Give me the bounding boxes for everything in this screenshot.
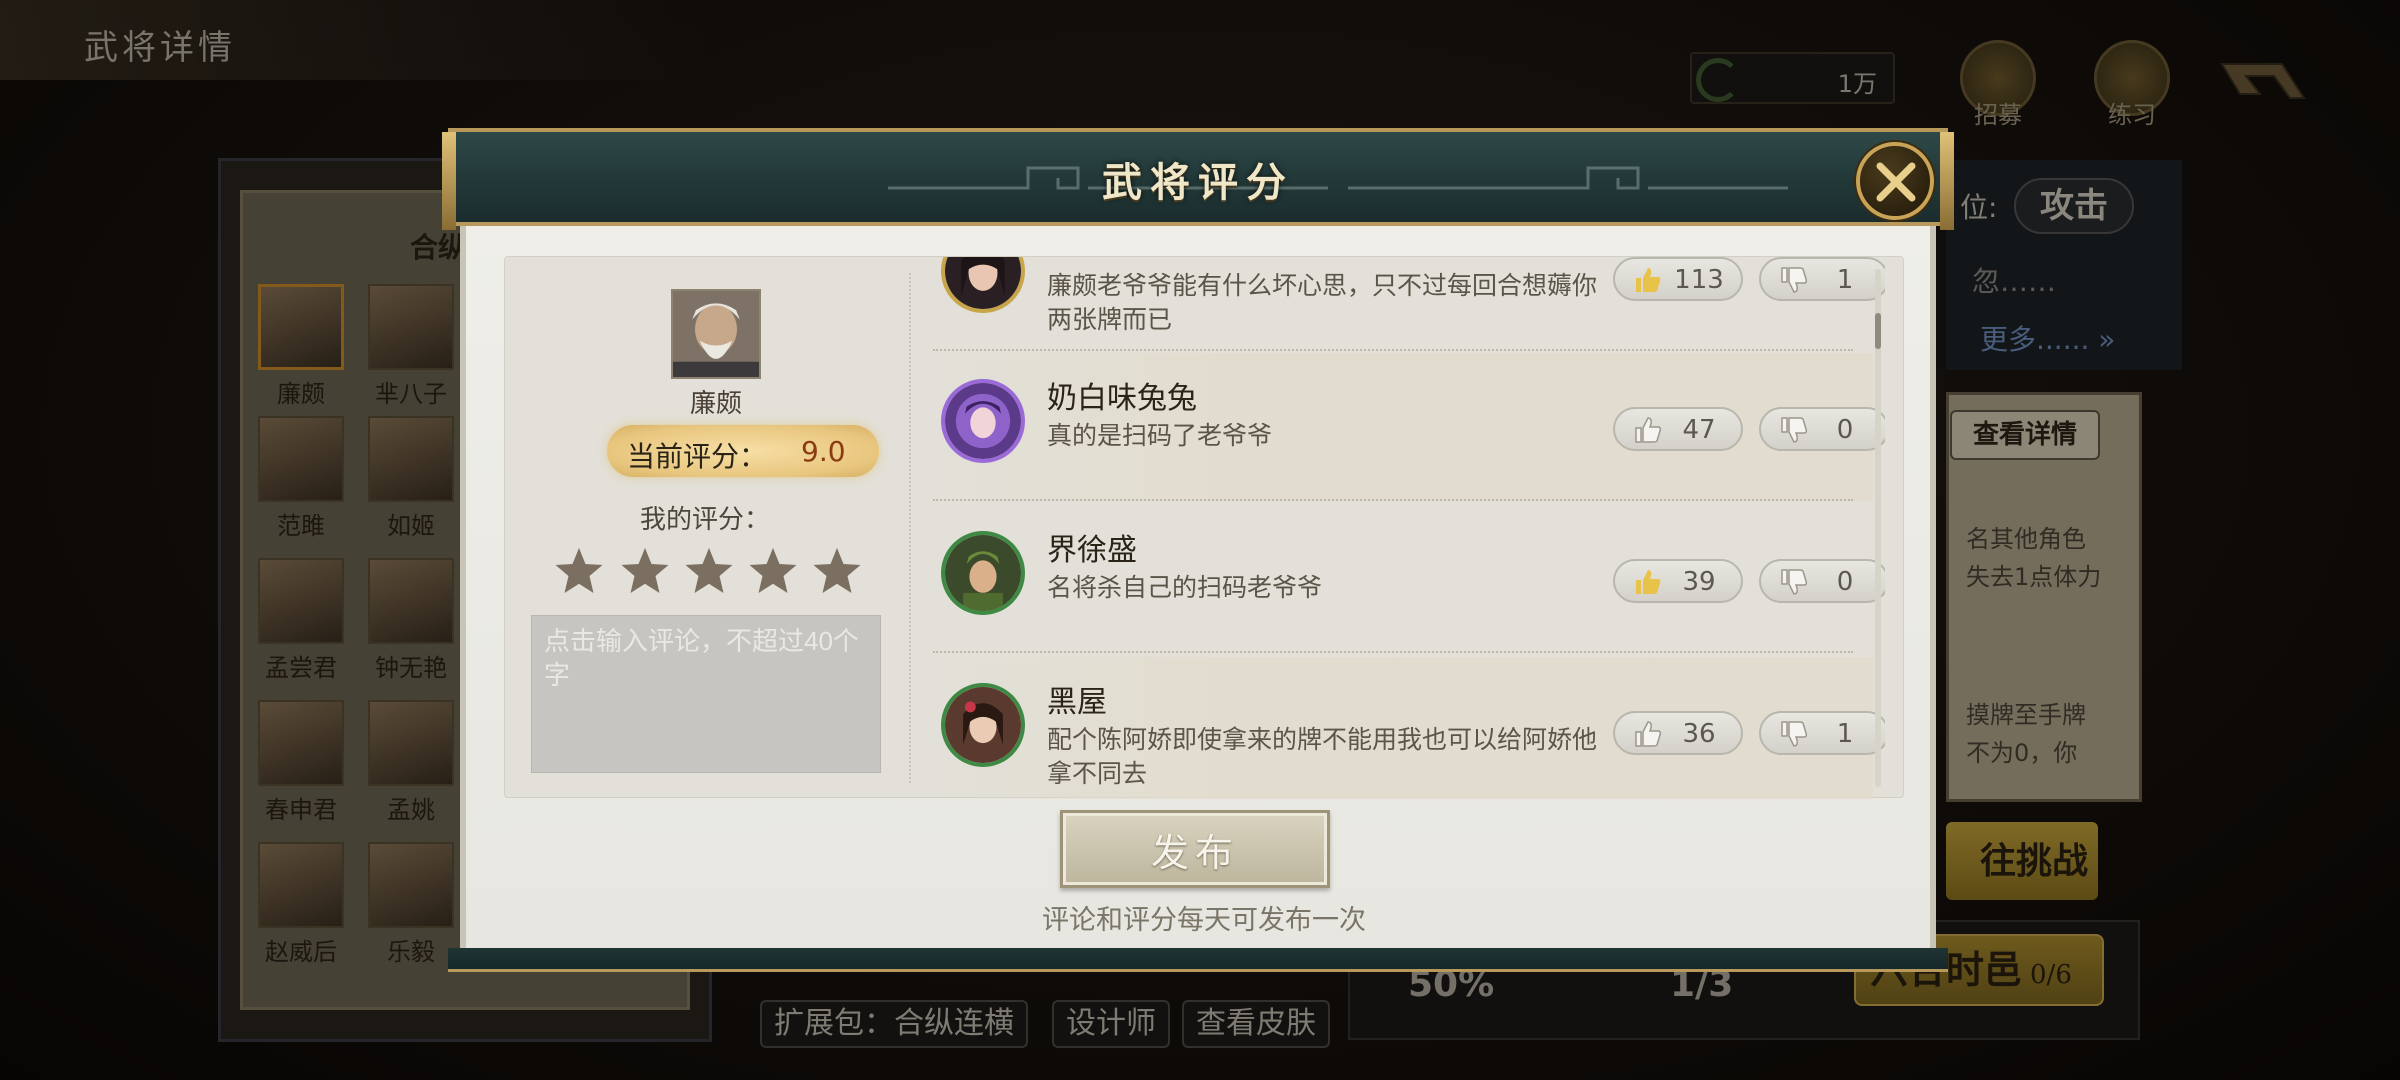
thumbs-down-icon [1779,719,1809,749]
current-rating-label: 当前评分： [627,440,768,473]
current-rating-badge: 当前评分： 9.0 [607,425,879,477]
dialog-footer-trim [448,948,1948,972]
dialog-body: 廉颇 当前评分： 9.0 我的评分： 点击输入评论，不超过40个字 廉颇老爷爷能… [460,226,1936,952]
publish-button[interactable]: 发布 [1060,810,1330,888]
like-button[interactable]: 113 [1613,257,1743,301]
comment-separator [933,651,1853,653]
star-icon[interactable] [619,545,671,597]
dislike-button[interactable]: 1 [1759,257,1885,301]
thumbs-up-icon [1633,265,1663,295]
comment-item: 奶白味兔兔 真的是扫码了老爷爷 47 0 [933,353,1885,501]
dislike-count: 0 [1836,415,1854,445]
like-count: 39 [1682,567,1716,597]
comment-scrollbar[interactable] [1875,269,1881,787]
comment-item: 廉颇老爷爷能有什么坏心思，只不过每回合想薅你两张牌而已 113 1 [933,257,1885,351]
current-rating-value: 9.0 [801,435,846,468]
thumbs-down-icon [1779,265,1809,295]
comment-item: 黑屋 配个陈阿娇即使拿来的牌不能用我也可以给阿娇他拿不同去 36 1 [933,657,1885,799]
thumbs-up-icon [1633,719,1663,749]
comment-input[interactable] [531,615,881,773]
comment-text: 配个陈阿娇即使拿来的牌不能用我也可以给阿娇他拿不同去 [1047,725,1598,788]
dislike-button[interactable]: 0 [1759,559,1885,603]
dislike-count: 0 [1836,567,1854,597]
commenter-name: 黑屋 [1047,685,1107,720]
comment-separator [933,349,1853,351]
commenter-avatar [941,379,1025,463]
star-icon[interactable] [747,545,799,597]
publish-hint: 评论和评分每天可发布一次 [1042,905,1366,936]
dislike-button[interactable]: 0 [1759,407,1885,451]
like-button[interactable]: 47 [1613,407,1743,451]
scrollbar-thumb[interactable] [1875,313,1881,349]
comment-item: 界徐盛 名将杀自己的扫码老爷爷 39 0 [933,505,1885,653]
commenter-name: 界徐盛 [1047,533,1137,568]
thumbs-down-icon [1779,567,1809,597]
close-icon [1876,162,1916,202]
comment-text: 名将杀自己的扫码老爷爷 [1047,573,1323,602]
hero-portrait [671,289,761,379]
like-button[interactable]: 39 [1613,559,1743,603]
comment-text: 真的是扫码了老爷爷 [1047,421,1273,450]
rating-content: 廉颇 当前评分： 9.0 我的评分： 点击输入评论，不超过40个字 廉颇老爷爷能… [504,256,1904,799]
dislike-count: 1 [1836,265,1854,295]
column-divider [909,273,911,783]
comment-text: 廉颇老爷爷能有什么坏心思，只不过每回合想薅你两张牌而已 [1047,271,1598,334]
close-button[interactable] [1856,142,1934,220]
like-count: 113 [1674,265,1724,295]
dialog-title: 武将评分 [1102,159,1294,206]
dislike-button[interactable]: 1 [1759,711,1885,755]
commenter-avatar [941,683,1025,767]
thumbs-down-icon [1779,415,1809,445]
star-rating-input [553,545,873,605]
hero-rating-dialog: 武将评分 廉颇 当前评分： 9.0 我的评分： 点击输入评论，不超过40个字 廉… [442,128,1954,972]
star-icon[interactable] [811,545,863,597]
comment-list[interactable]: 廉颇老爷爷能有什么坏心思，只不过每回合想薅你两张牌而已 113 1 奶白味兔兔 … [925,257,1885,799]
like-button[interactable]: 36 [1613,711,1743,755]
hero-avatar-image [673,291,759,377]
thumbs-up-icon [1633,415,1663,445]
like-count: 47 [1682,415,1716,445]
like-count: 36 [1682,719,1716,749]
dialog-header: 武将评分 [442,128,1954,230]
dislike-count: 1 [1836,719,1854,749]
star-icon[interactable] [683,545,735,597]
comment-separator [933,499,1853,501]
hero-name: 廉颇 [689,389,742,419]
my-rating-label: 我的评分： [639,505,770,535]
star-icon[interactable] [553,545,605,597]
commenter-name: 奶白味兔兔 [1047,381,1197,416]
commenter-avatar [941,531,1025,615]
thumbs-up-icon [1633,567,1663,597]
commenter-avatar [941,257,1025,313]
